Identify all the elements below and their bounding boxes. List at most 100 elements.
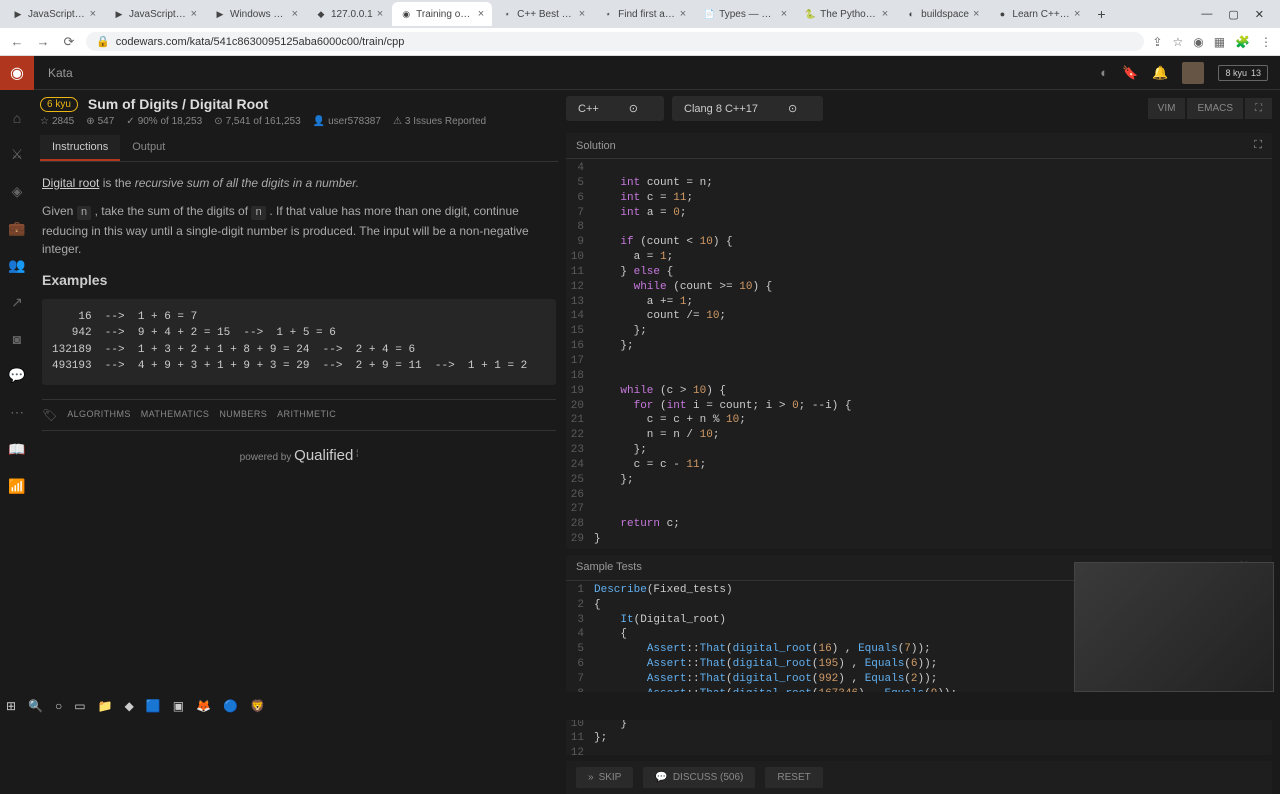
- reset-button[interactable]: RESET: [765, 767, 822, 788]
- puzzle-icon[interactable]: 🧩: [1235, 35, 1250, 49]
- emacs-mode-button[interactable]: EMACS: [1187, 98, 1243, 119]
- search-icon[interactable]: 🔍: [28, 699, 43, 713]
- code-line: 10 a = 1;: [566, 250, 1272, 265]
- tab-close-icon[interactable]: ×: [1074, 8, 1080, 20]
- maximize-icon[interactable]: ▢: [1228, 8, 1238, 21]
- new-tab-button[interactable]: +: [1089, 6, 1113, 22]
- star-icon[interactable]: ☆: [1172, 35, 1183, 49]
- skip-button[interactable]: » SKIP: [576, 767, 633, 788]
- vscode-icon[interactable]: 🟦: [146, 699, 161, 713]
- discuss-button[interactable]: 💬 DISCUSS (506): [643, 767, 755, 788]
- avatar[interactable]: [1182, 62, 1204, 84]
- browser-tab[interactable]: 📄Types — Solidity×: [695, 2, 795, 26]
- tab-favicon: ▶: [12, 8, 24, 20]
- tag-item[interactable]: ALGORITHMS: [67, 408, 131, 422]
- chrome-icon[interactable]: 🔵: [223, 699, 238, 713]
- tab-close-icon[interactable]: ×: [191, 8, 197, 20]
- theme-toggle-icon[interactable]: ◐: [1100, 65, 1108, 80]
- minimize-icon[interactable]: —: [1201, 8, 1212, 21]
- code-line: 11};: [566, 731, 1272, 746]
- rail-more-icon[interactable]: ⋯: [10, 404, 24, 421]
- rail-discord-icon[interactable]: ◙: [13, 331, 21, 347]
- bookmark-icon[interactable]: 🔖: [1122, 65, 1138, 81]
- browser-tab[interactable]: ▶Windows 10 tutor×: [206, 2, 306, 26]
- tab-close-icon[interactable]: ×: [882, 8, 888, 20]
- explorer-icon[interactable]: 📁: [98, 699, 113, 713]
- start-icon[interactable]: ⊞: [6, 699, 16, 713]
- tab-label: buildspace: [921, 9, 969, 20]
- stat-author[interactable]: 👤 user578387: [313, 116, 381, 127]
- rail-community-icon[interactable]: 👥: [8, 257, 25, 274]
- close-icon[interactable]: ✕: [1255, 8, 1264, 21]
- kata-nav-link[interactable]: Kata: [34, 66, 87, 80]
- fullscreen-button[interactable]: ⛶: [1245, 98, 1272, 119]
- rank-badge[interactable]: 8 kyu 13: [1218, 65, 1268, 81]
- solution-editor[interactable]: 45 int count = n;6 int c = 11;7 int a = …: [566, 159, 1272, 549]
- tab-close-icon[interactable]: ×: [973, 8, 979, 20]
- codewars-logo[interactable]: ◉: [0, 56, 34, 90]
- code-line: 9 if (count < 10) {: [566, 235, 1272, 250]
- url-input[interactable]: 🔒 codewars.com/kata/541c8630095125aba600…: [86, 32, 1144, 51]
- tab-favicon: 🐍: [804, 8, 816, 20]
- brave-icon[interactable]: 🦁: [250, 699, 265, 713]
- back-button[interactable]: ←: [8, 34, 26, 49]
- tag-item[interactable]: MATHEMATICS: [141, 408, 210, 422]
- menu-icon[interactable]: ⋮: [1260, 35, 1272, 49]
- tab-label: Find first and las: [618, 9, 676, 20]
- browser-tab[interactable]: ▶JavaScript Form V×: [105, 2, 205, 26]
- tab-close-icon[interactable]: ×: [292, 8, 298, 20]
- rail-docs-icon[interactable]: 📖: [8, 441, 25, 458]
- tab-close-icon[interactable]: ×: [781, 8, 787, 20]
- rail-home-icon[interactable]: ⌂: [13, 110, 21, 126]
- tag-item[interactable]: NUMBERS: [219, 408, 267, 422]
- rail-chat-icon[interactable]: 💬: [8, 367, 25, 384]
- browser-tab[interactable]: ⋆C++ Best way to×: [493, 2, 593, 26]
- browser-tab[interactable]: ◉Training on Sum o×: [392, 2, 492, 26]
- tag-item[interactable]: ARITHMETIC: [277, 408, 336, 422]
- stat-stars[interactable]: ☆ 2845: [40, 116, 74, 127]
- share-icon[interactable]: ⇪: [1152, 35, 1162, 49]
- notifications-icon[interactable]: 🔔: [1152, 65, 1168, 81]
- rail-practice-icon[interactable]: ⚔: [11, 146, 24, 163]
- taskview-icon[interactable]: ▭: [74, 699, 85, 713]
- rail-blog-icon[interactable]: 📶: [8, 478, 25, 495]
- browser-tab[interactable]: ◐buildspace×: [897, 2, 987, 26]
- browser-tab[interactable]: ▶JavaScript Search×: [4, 2, 104, 26]
- language-select[interactable]: C++ ⊙: [566, 96, 664, 121]
- app-1-icon[interactable]: ◆: [125, 699, 134, 713]
- code-line: 4: [566, 161, 1272, 176]
- powered-by: powered by Qualified ¦: [42, 445, 556, 468]
- tab-close-icon[interactable]: ×: [579, 8, 585, 20]
- ext-2-icon[interactable]: ▦: [1214, 35, 1225, 49]
- browser-tab[interactable]: 🐍The Python Chall×: [796, 2, 896, 26]
- tab-instructions[interactable]: Instructions: [40, 135, 120, 161]
- tab-close-icon[interactable]: ×: [377, 8, 383, 20]
- browser-tab[interactable]: ●Learn C++ | Solo×: [988, 2, 1088, 26]
- stat-issues[interactable]: ⚠ 3 Issues Reported: [393, 116, 486, 127]
- ext-1-icon[interactable]: ◉: [1193, 35, 1203, 49]
- rail-freestyle-icon[interactable]: ◈: [12, 183, 23, 200]
- code-line: 24 c = c - 11;: [566, 458, 1272, 473]
- browser-tab[interactable]: ⋆Find first and las×: [594, 2, 694, 26]
- code-line: 17: [566, 354, 1272, 369]
- browser-tab[interactable]: ◆127.0.0.1×: [307, 2, 391, 26]
- cortana-icon[interactable]: ○: [55, 699, 62, 713]
- rail-ranking-icon[interactable]: ↗: [11, 294, 23, 311]
- vim-mode-button[interactable]: VIM: [1148, 98, 1186, 119]
- tab-favicon: 📄: [703, 8, 715, 20]
- reload-button[interactable]: ⟳: [60, 34, 78, 50]
- firefox-icon[interactable]: 🦊: [196, 699, 211, 713]
- tab-close-icon[interactable]: ×: [478, 8, 484, 20]
- app-2-icon[interactable]: ▣: [173, 699, 184, 713]
- stat-saved[interactable]: ⊕ 547: [86, 116, 114, 127]
- forward-button[interactable]: →: [34, 34, 52, 49]
- tab-close-icon[interactable]: ×: [90, 8, 96, 20]
- tab-output[interactable]: Output: [120, 135, 177, 161]
- code-line: 28 return c;: [566, 517, 1272, 532]
- code-line: 11 } else {: [566, 265, 1272, 280]
- compiler-select[interactable]: Clang 8 C++17 ⊙: [672, 96, 823, 121]
- tab-label: Training on Sum o: [416, 9, 474, 20]
- tab-close-icon[interactable]: ×: [680, 8, 686, 20]
- rail-briefcase-icon[interactable]: 💼: [8, 220, 25, 237]
- expand-icon[interactable]: ⛶: [1254, 139, 1262, 152]
